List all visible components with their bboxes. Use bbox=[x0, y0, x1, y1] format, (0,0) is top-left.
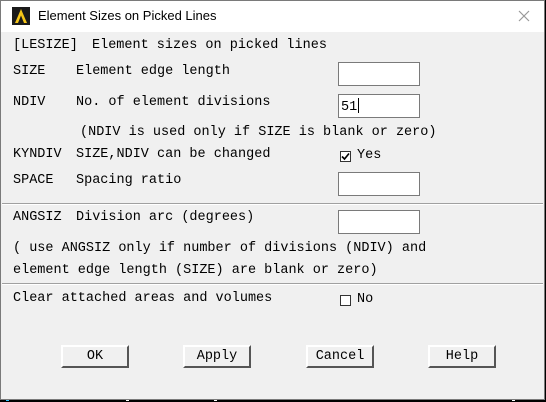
apply-button-label: Apply bbox=[196, 349, 238, 364]
clear-option-label[interactable]: No bbox=[357, 292, 373, 307]
text-caret bbox=[358, 98, 360, 113]
window-title: Element Sizes on Picked Lines bbox=[38, 8, 217, 23]
help-button[interactable]: Help bbox=[428, 345, 496, 368]
space-label: Spacing ratio bbox=[76, 173, 182, 188]
cancel-button[interactable]: Cancel bbox=[306, 345, 374, 368]
background-artifact bbox=[214, 400, 217, 401]
ansys-logo-icon bbox=[12, 7, 30, 25]
kyndiv-checkbox[interactable] bbox=[340, 151, 351, 162]
ndiv-note: (NDIV is used only if SIZE is blank or z… bbox=[80, 125, 437, 140]
element-sizes-dialog: Element Sizes on Picked Lines [LESIZE] E… bbox=[0, 0, 545, 400]
apply-button[interactable]: Apply bbox=[183, 345, 251, 368]
size-code: SIZE bbox=[13, 64, 46, 79]
separator bbox=[2, 203, 543, 205]
angsiz-code: ANGSIZ bbox=[13, 210, 62, 225]
clear-label: Clear attached areas and volumes bbox=[13, 291, 273, 306]
ndiv-label: No. of element divisions bbox=[76, 95, 271, 110]
ndiv-code: NDIV bbox=[13, 95, 46, 110]
ndiv-input[interactable]: 51 bbox=[338, 94, 420, 118]
size-input[interactable] bbox=[338, 62, 420, 86]
cancel-button-label: Cancel bbox=[315, 349, 365, 364]
close-button[interactable] bbox=[509, 5, 539, 27]
kyndiv-option-label[interactable]: Yes bbox=[357, 148, 381, 163]
separator bbox=[2, 283, 543, 285]
help-button-label: Help bbox=[445, 349, 479, 364]
checkmark-icon bbox=[341, 152, 350, 161]
close-icon bbox=[518, 10, 530, 22]
kyndiv-code: KYNDIV bbox=[13, 147, 62, 162]
angsiz-input[interactable] bbox=[338, 210, 420, 234]
ok-button-label: OK bbox=[86, 349, 104, 364]
space-code: SPACE bbox=[13, 173, 54, 188]
kyndiv-label: SIZE,NDIV can be changed bbox=[76, 147, 271, 162]
ok-button[interactable]: OK bbox=[61, 345, 129, 368]
title-bar[interactable]: Element Sizes on Picked Lines bbox=[1, 1, 544, 32]
ndiv-value: 51 bbox=[341, 100, 358, 115]
angsiz-label: Division arc (degrees) bbox=[76, 210, 255, 225]
command-description: Element sizes on picked lines bbox=[92, 38, 327, 53]
clear-checkbox[interactable] bbox=[340, 295, 351, 306]
angsiz-note-line-1: ( use ANGSIZ only if number of divisions… bbox=[13, 241, 427, 256]
size-label: Element edge length bbox=[76, 64, 230, 79]
background-artifact bbox=[126, 400, 129, 401]
angsiz-note-line-2: element edge length (SIZE) are blank or … bbox=[13, 263, 378, 278]
space-input[interactable] bbox=[338, 172, 420, 196]
background-artifact bbox=[6, 400, 9, 401]
background-artifact bbox=[512, 400, 515, 401]
command-code: [LESIZE] bbox=[13, 38, 78, 53]
